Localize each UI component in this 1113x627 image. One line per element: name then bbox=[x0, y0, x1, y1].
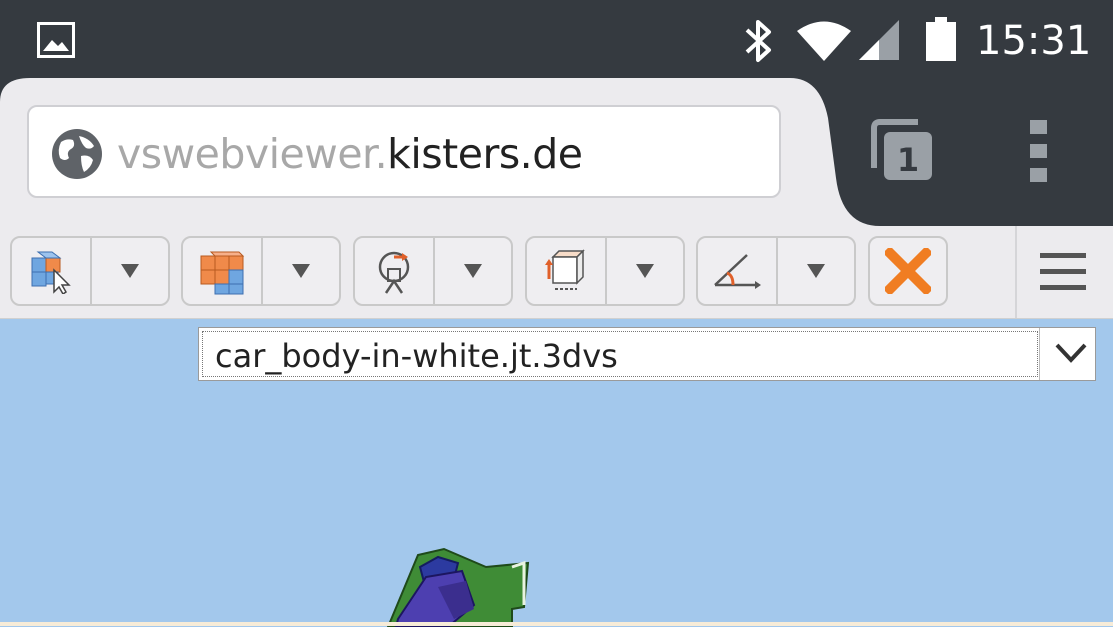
status-clock: 15:31 bbox=[976, 18, 1092, 64]
cube-views-icon bbox=[200, 251, 245, 295]
angle-measure-icon bbox=[714, 254, 761, 289]
rotate-tool bbox=[353, 236, 513, 306]
url-text: vswebviewer.kisters.de bbox=[117, 129, 583, 179]
url-bar[interactable]: vswebviewer.kisters.de bbox=[27, 105, 781, 198]
status-bar: 15:31 bbox=[0, 0, 1113, 82]
3d-viewport[interactable]: car_body-in-white.jt.3dvs bbox=[0, 319, 1113, 627]
tab-count: 1 bbox=[897, 141, 919, 179]
select-tool-dropdown[interactable] bbox=[92, 238, 168, 304]
battery-icon bbox=[926, 17, 956, 61]
gallery-icon bbox=[37, 22, 75, 58]
select-cube-cursor-icon bbox=[31, 251, 71, 294]
close-button[interactable] bbox=[868, 236, 948, 306]
angle-tool-button[interactable] bbox=[698, 238, 778, 304]
measure-tool-button[interactable] bbox=[527, 238, 607, 304]
url-subdomain: vswebviewer. bbox=[117, 130, 388, 178]
globe-icon bbox=[52, 129, 102, 179]
close-x-icon bbox=[885, 248, 931, 294]
select-tool bbox=[10, 236, 170, 306]
dropdown-arrow-icon bbox=[807, 264, 825, 278]
bluetooth-icon bbox=[745, 20, 771, 62]
dropdown-arrow-icon bbox=[636, 264, 654, 278]
overflow-menu-icon[interactable] bbox=[1027, 118, 1051, 184]
rotate-tool-dropdown[interactable] bbox=[435, 238, 511, 304]
angle-tool-dropdown[interactable] bbox=[778, 238, 854, 304]
car-body-model bbox=[386, 547, 530, 627]
view-tool-button[interactable] bbox=[183, 238, 263, 304]
select-tool-button[interactable] bbox=[12, 238, 92, 304]
file-select-value: car_body-in-white.jt.3dvs bbox=[215, 337, 618, 375]
wifi-icon bbox=[797, 21, 851, 61]
measure-tool-dropdown[interactable] bbox=[607, 238, 683, 304]
viewer-toolbar bbox=[0, 226, 1113, 319]
rotate-tool-button[interactable] bbox=[355, 238, 435, 304]
file-select[interactable]: car_body-in-white.jt.3dvs bbox=[198, 327, 1096, 381]
dropdown-arrow-icon bbox=[121, 264, 139, 278]
browser-toolbar: vswebviewer.kisters.de 1 bbox=[0, 78, 1113, 226]
angle-tool bbox=[696, 236, 856, 306]
measure-box-icon bbox=[545, 249, 585, 290]
hamburger-menu-icon[interactable] bbox=[1040, 251, 1086, 291]
chevron-down-icon bbox=[1055, 343, 1087, 363]
toolbar-divider bbox=[1015, 226, 1017, 318]
url-domain: kisters.de bbox=[387, 130, 583, 178]
tabs-icon[interactable]: 1 bbox=[870, 118, 936, 184]
cell-signal-icon bbox=[859, 20, 899, 60]
file-select-divider bbox=[1039, 328, 1040, 380]
view-tool bbox=[181, 236, 341, 306]
page-bottom-strip bbox=[0, 622, 1113, 626]
measure-tool bbox=[525, 236, 685, 306]
rotate-icon bbox=[378, 251, 410, 294]
view-tool-dropdown[interactable] bbox=[263, 238, 339, 304]
dropdown-arrow-icon bbox=[464, 264, 482, 278]
dropdown-arrow-icon bbox=[292, 264, 310, 278]
